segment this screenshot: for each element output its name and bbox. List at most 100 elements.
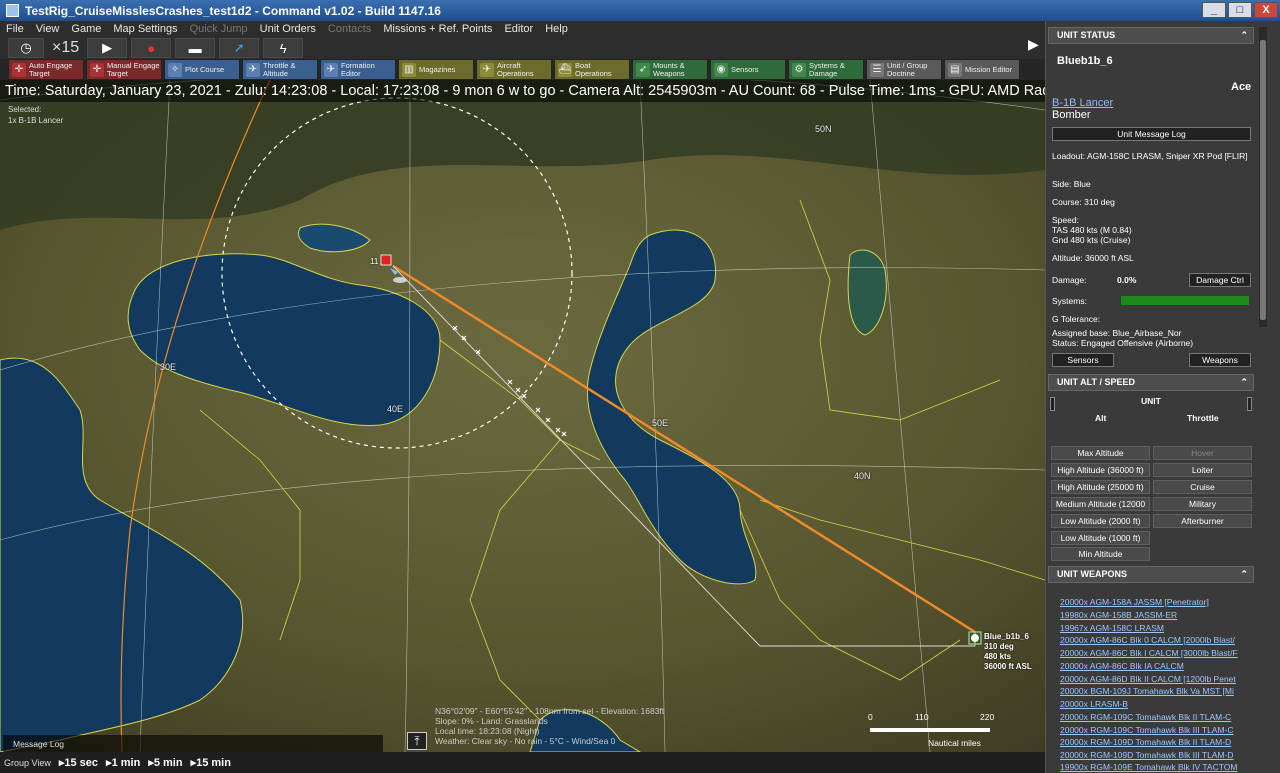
aircraft-icon: ✈ [480, 62, 494, 77]
throttle-slider-handle[interactable] [1247, 397, 1252, 411]
weapon-item[interactable]: 20000x AGM-86C Blk IA CALCM [1060, 661, 1242, 671]
max-altitude-button[interactable]: Max Altitude [1051, 446, 1150, 460]
unit-icon[interactable] [971, 634, 979, 642]
sensors-panel-button[interactable]: Sensors [1052, 353, 1114, 367]
min-altitude-button[interactable]: Min Altitude [1051, 547, 1150, 561]
alt-slider-handle[interactable] [1050, 397, 1055, 411]
map-view[interactable] [0, 80, 1045, 752]
menu-unit-orders[interactable]: Unit Orders [254, 23, 322, 35]
loiter-button[interactable]: Loiter [1153, 463, 1252, 477]
collapse-icon[interactable]: ⌃ [1240, 375, 1248, 390]
weapon-item[interactable]: 20000x AGM-86C Blk I CALCM [3000lb Blast… [1060, 648, 1242, 658]
aircraft-operations-button[interactable]: ✈ Aircraft Operations [476, 59, 552, 80]
menu-quick-jump[interactable]: Quick Jump [184, 23, 254, 35]
menu-file[interactable]: File [0, 23, 30, 35]
doctrine-button[interactable]: ☰ Unit / Group Doctrine [866, 59, 942, 80]
lightning-icon[interactable]: ϟ [263, 38, 304, 58]
throttle-altitude-button[interactable]: ✈ Throttle & Altitude [242, 59, 318, 80]
close-button[interactable]: X [1254, 2, 1278, 18]
formation-editor-button[interactable]: ✈ Formation Editor [320, 59, 396, 80]
speed-tas: TAS 480 kts (M 0.84) [1052, 225, 1132, 235]
base-marker[interactable] [380, 254, 392, 266]
military-button[interactable]: Military [1153, 497, 1252, 511]
weapons-panel-button[interactable]: Weapons [1189, 353, 1251, 367]
plot-course-button[interactable]: ✧ Plot Course [164, 59, 240, 80]
cruise-button[interactable]: Cruise [1153, 480, 1252, 494]
unit-label: UNIT [1141, 396, 1161, 406]
step-15min-button[interactable]: ▸15 min [191, 756, 231, 769]
map-canvas[interactable] [0, 80, 1045, 752]
alt-label: Alt [1095, 413, 1107, 423]
message-log[interactable]: Message Log [3, 735, 383, 752]
damage-label: Damage: [1052, 275, 1087, 285]
systems-damage-button[interactable]: ⚙ Systems & Damage [788, 59, 864, 80]
unit-type: Bomber [1052, 109, 1091, 121]
step-15sec-button[interactable]: ▸15 sec [59, 756, 98, 769]
manual-engage-button[interactable]: ✛ Manual Engage Target [86, 59, 162, 80]
menu-contacts[interactable]: Contacts [322, 23, 377, 35]
menu-help[interactable]: Help [539, 23, 574, 35]
weapon-item[interactable]: 20000x RGM-109C Tomahawk Blk III TLAM-C [1060, 725, 1242, 735]
unit-status-header[interactable]: UNIT STATUS ⌃ [1048, 27, 1254, 44]
menu-map-settings[interactable]: Map Settings [107, 23, 183, 35]
afterburner-button[interactable]: Afterburner [1153, 514, 1252, 528]
mission-editor-button[interactable]: ▤ Mission Editor [944, 59, 1020, 80]
weapon-item[interactable]: 19900x RGM-109E Tomahawk Blk IV TACTOM [1060, 762, 1242, 772]
collapse-icon[interactable]: ⌃ [1240, 567, 1248, 582]
unit-weapons-header[interactable]: UNIT WEAPONS ⌃ [1048, 566, 1254, 583]
alt-speed-header[interactable]: UNIT ALT / SPEED ⌃ [1048, 374, 1254, 391]
mounts-weapons-button[interactable]: ➶ Mounts & Weapons [632, 59, 708, 80]
collapse-icon[interactable]: ⌃ [1240, 28, 1248, 43]
weapon-item[interactable]: 20000x AGM-158A JASSM [Penetrator] [1060, 597, 1242, 607]
record-icon[interactable]: ● [131, 38, 172, 58]
unit-class-link[interactable]: B-1B Lancer [1052, 97, 1113, 109]
weapon-item[interactable]: 20000x LRASM-B [1060, 699, 1242, 709]
weapon-item[interactable]: 20000x BGM-109J Tomahawk Blk Va MST [Mi [1060, 686, 1242, 696]
weapon-item[interactable]: 19980x AGM-158B JASSM-ER [1060, 610, 1242, 620]
sensors-button[interactable]: ◉ Sensors [710, 59, 786, 80]
speed-title: Speed: [1052, 215, 1079, 225]
group-view-button[interactable]: Group View [4, 758, 51, 768]
weapon-item[interactable]: 20000x AGM-86C Blk 0 CALCM [2000lb Blast… [1060, 635, 1242, 645]
menu-editor[interactable]: Editor [498, 23, 539, 35]
low-altitude-1000-button[interactable]: Low Altitude (1000 ft) [1051, 531, 1150, 545]
maximize-button[interactable]: □ [1228, 2, 1252, 18]
step-1min-button[interactable]: ▸1 min [106, 756, 140, 769]
magazines-button[interactable]: ▥ Magazines [398, 59, 474, 80]
medium-altitude-button[interactable]: Medium Altitude (12000 [1051, 497, 1150, 511]
unit-message-log-button[interactable]: Unit Message Log [1052, 127, 1251, 141]
airbase-icon[interactable] [393, 277, 407, 283]
collapse-panel-icon[interactable]: ▶ [1028, 36, 1039, 53]
menu-view[interactable]: View [30, 23, 66, 35]
weapon-item[interactable]: 19967x AGM-158C LRASM [1060, 623, 1242, 633]
weapon-item[interactable]: 20000x RGM-109C Tomahawk Blk II TLAM-C [1060, 712, 1242, 722]
auto-engage-button[interactable]: ✛ Auto Engage Target [8, 59, 84, 80]
play-icon[interactable]: ▶ [87, 38, 128, 58]
time-compression[interactable]: ×15 [48, 39, 83, 57]
boat-operations-button[interactable]: ⛴ Boat Operations [554, 59, 630, 80]
panel-scroll-thumb[interactable] [1260, 40, 1266, 320]
terrain-icon[interactable]: ▬ [175, 38, 216, 58]
unit-map-label[interactable]: Blue_b1b_6 310 deg 480 kts 36000 ft ASL [984, 632, 1032, 672]
menu-game[interactable]: Game [65, 23, 107, 35]
clock-icon[interactable]: ◷ [8, 38, 44, 58]
high-altitude-36000-button[interactable]: High Altitude (36000 ft) [1051, 463, 1150, 477]
weapon-item[interactable]: 20000x RGM-109D Tomahawk Blk II TLAM-D [1060, 737, 1242, 747]
weapon-item[interactable]: 20000x RGM-109D Tomahawk Blk III TLAM-D [1060, 750, 1242, 760]
hover-button[interactable]: Hover [1153, 446, 1252, 460]
expand-log-icon[interactable]: ⤒ [407, 732, 427, 750]
low-altitude-2000-button[interactable]: Low Altitude (2000 ft) [1051, 514, 1150, 528]
loadout: Loadout: AGM-158C LRASM, Sniper XR Pod [… [1052, 151, 1248, 161]
radar-icon: ◉ [714, 62, 728, 77]
menu-missions[interactable]: Missions + Ref. Points [377, 23, 498, 35]
weapon-item[interactable]: 20000x AGM-86D Blk II CALCM [1200lb Pene… [1060, 674, 1242, 684]
unit-marker-count: 11 [370, 257, 379, 266]
high-altitude-25000-button[interactable]: High Altitude (25000 ft) [1051, 480, 1150, 494]
minimize-button[interactable]: _ [1202, 2, 1226, 18]
function-bar: ✛ Auto Engage Target ✛ Manual Engage Targe… [0, 59, 1045, 80]
throttle-label: Throttle [1187, 413, 1219, 423]
selected-unit: 1x B-1B Lancer [8, 116, 64, 125]
step-5min-button[interactable]: ▸5 min [148, 756, 182, 769]
damage-control-button[interactable]: Damage Ctrl [1189, 273, 1251, 287]
cursor-icon[interactable]: ➚ [219, 38, 260, 58]
